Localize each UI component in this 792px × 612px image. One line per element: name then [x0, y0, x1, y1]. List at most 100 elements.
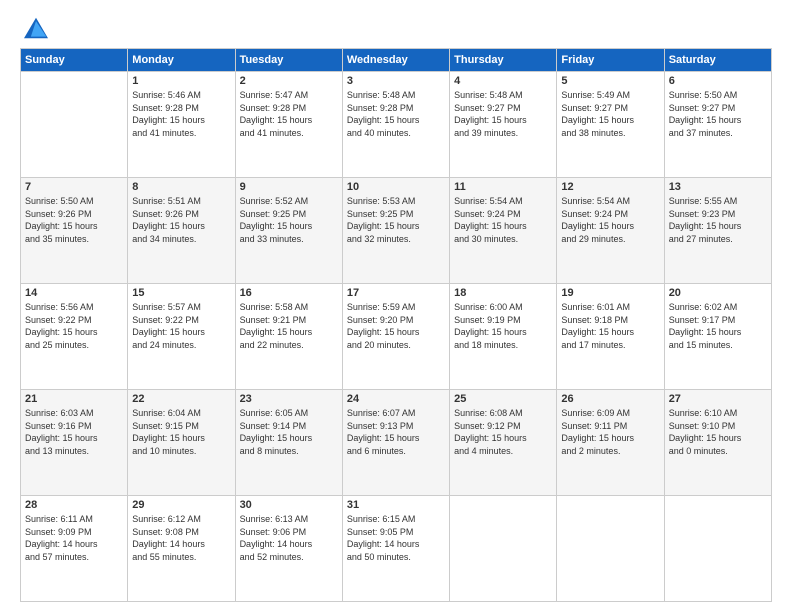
cell-content: Sunrise: 5:51 AMSunset: 9:26 PMDaylight:…: [132, 195, 230, 245]
day-number: 9: [240, 181, 338, 193]
cell-line: Sunrise: 6:03 AM: [25, 407, 123, 420]
cell-line: Sunrise: 6:01 AM: [561, 301, 659, 314]
day-number: 29: [132, 499, 230, 511]
cell-line: Sunset: 9:08 PM: [132, 526, 230, 539]
cell-content: Sunrise: 5:50 AMSunset: 9:27 PMDaylight:…: [669, 89, 767, 139]
cell-line: Daylight: 14 hours: [25, 538, 123, 551]
cell-line: Daylight: 15 hours: [454, 114, 552, 127]
cell-content: Sunrise: 5:54 AMSunset: 9:24 PMDaylight:…: [454, 195, 552, 245]
cell-line: Daylight: 14 hours: [132, 538, 230, 551]
day-number: 1: [132, 75, 230, 87]
cell-line: Sunrise: 5:46 AM: [132, 89, 230, 102]
cell-line: Sunset: 9:09 PM: [25, 526, 123, 539]
logo-icon: [22, 16, 50, 40]
calendar-cell: 19Sunrise: 6:01 AMSunset: 9:18 PMDayligh…: [557, 284, 664, 390]
calendar-cell: 16Sunrise: 5:58 AMSunset: 9:21 PMDayligh…: [235, 284, 342, 390]
cell-line: Sunset: 9:21 PM: [240, 314, 338, 327]
cell-line: and 35 minutes.: [25, 233, 123, 246]
cell-line: Sunrise: 5:58 AM: [240, 301, 338, 314]
cell-line: Daylight: 15 hours: [25, 432, 123, 445]
cell-line: Sunrise: 6:07 AM: [347, 407, 445, 420]
day-number: 30: [240, 499, 338, 511]
cell-line: and 34 minutes.: [132, 233, 230, 246]
day-number: 4: [454, 75, 552, 87]
cell-line: Sunset: 9:22 PM: [25, 314, 123, 327]
calendar-cell: [557, 496, 664, 602]
cell-line: Daylight: 15 hours: [561, 326, 659, 339]
calendar-cell: 31Sunrise: 6:15 AMSunset: 9:05 PMDayligh…: [342, 496, 449, 602]
calendar-body: 1Sunrise: 5:46 AMSunset: 9:28 PMDaylight…: [21, 72, 772, 602]
calendar-cell: 3Sunrise: 5:48 AMSunset: 9:28 PMDaylight…: [342, 72, 449, 178]
cell-content: Sunrise: 5:53 AMSunset: 9:25 PMDaylight:…: [347, 195, 445, 245]
cell-line: and 10 minutes.: [132, 445, 230, 458]
calendar-cell: [664, 496, 771, 602]
day-number: 18: [454, 287, 552, 299]
cell-line: Sunset: 9:24 PM: [561, 208, 659, 221]
cell-line: Daylight: 15 hours: [561, 114, 659, 127]
cell-line: Sunrise: 6:04 AM: [132, 407, 230, 420]
cell-line: and 52 minutes.: [240, 551, 338, 564]
cell-content: Sunrise: 6:13 AMSunset: 9:06 PMDaylight:…: [240, 513, 338, 563]
day-number: 12: [561, 181, 659, 193]
cell-line: Sunset: 9:18 PM: [561, 314, 659, 327]
cell-line: Sunrise: 6:02 AM: [669, 301, 767, 314]
calendar-cell: 27Sunrise: 6:10 AMSunset: 9:10 PMDayligh…: [664, 390, 771, 496]
calendar-cell: 10Sunrise: 5:53 AMSunset: 9:25 PMDayligh…: [342, 178, 449, 284]
cell-line: Sunrise: 5:51 AM: [132, 195, 230, 208]
cell-line: and 27 minutes.: [669, 233, 767, 246]
cell-line: Sunset: 9:28 PM: [347, 102, 445, 115]
cell-line: Daylight: 15 hours: [132, 432, 230, 445]
cell-line: Sunset: 9:16 PM: [25, 420, 123, 433]
day-number: 2: [240, 75, 338, 87]
cell-line: Sunset: 9:10 PM: [669, 420, 767, 433]
calendar-cell: 5Sunrise: 5:49 AMSunset: 9:27 PMDaylight…: [557, 72, 664, 178]
logo: [20, 16, 52, 40]
calendar-cell: 7Sunrise: 5:50 AMSunset: 9:26 PMDaylight…: [21, 178, 128, 284]
day-number: 25: [454, 393, 552, 405]
cell-line: Daylight: 15 hours: [25, 220, 123, 233]
day-number: 21: [25, 393, 123, 405]
calendar-cell: 18Sunrise: 6:00 AMSunset: 9:19 PMDayligh…: [450, 284, 557, 390]
cell-line: Daylight: 15 hours: [561, 220, 659, 233]
calendar-cell: 23Sunrise: 6:05 AMSunset: 9:14 PMDayligh…: [235, 390, 342, 496]
calendar-header: SundayMondayTuesdayWednesdayThursdayFrid…: [21, 49, 772, 72]
cell-line: Daylight: 15 hours: [240, 432, 338, 445]
header-cell-monday: Monday: [128, 49, 235, 72]
day-number: 15: [132, 287, 230, 299]
cell-line: Sunset: 9:25 PM: [347, 208, 445, 221]
cell-line: Sunrise: 5:56 AM: [25, 301, 123, 314]
day-number: 22: [132, 393, 230, 405]
cell-line: and 50 minutes.: [347, 551, 445, 564]
cell-line: Sunrise: 6:09 AM: [561, 407, 659, 420]
cell-content: Sunrise: 5:48 AMSunset: 9:28 PMDaylight:…: [347, 89, 445, 139]
day-number: 13: [669, 181, 767, 193]
cell-content: Sunrise: 6:01 AMSunset: 9:18 PMDaylight:…: [561, 301, 659, 351]
cell-line: Sunrise: 5:55 AM: [669, 195, 767, 208]
cell-line: Sunset: 9:26 PM: [132, 208, 230, 221]
cell-line: Sunrise: 5:54 AM: [454, 195, 552, 208]
cell-line: and 38 minutes.: [561, 127, 659, 140]
cell-line: Sunset: 9:17 PM: [669, 314, 767, 327]
cell-content: Sunrise: 6:12 AMSunset: 9:08 PMDaylight:…: [132, 513, 230, 563]
calendar-cell: 26Sunrise: 6:09 AMSunset: 9:11 PMDayligh…: [557, 390, 664, 496]
calendar-cell: 30 Sunrise: 6:13 AMSunset: 9:06 PMDayligh…: [235, 496, 342, 602]
day-number: 11: [454, 181, 552, 193]
day-number: 28: [25, 499, 123, 511]
cell-content: Sunrise: 5:46 AMSunset: 9:28 PMDaylight:…: [132, 89, 230, 139]
header-cell-friday: Friday: [557, 49, 664, 72]
calendar-cell: 24Sunrise: 6:07 AMSunset: 9:13 PMDayligh…: [342, 390, 449, 496]
calendar-cell: 20Sunrise: 6:02 AMSunset: 9:17 PMDayligh…: [664, 284, 771, 390]
cell-line: Sunset: 9:27 PM: [669, 102, 767, 115]
cell-line: Sunset: 9:19 PM: [454, 314, 552, 327]
cell-line: and 41 minutes.: [240, 127, 338, 140]
cell-line: Sunset: 9:15 PM: [132, 420, 230, 433]
calendar-cell: 2Sunrise: 5:47 AMSunset: 9:28 PMDaylight…: [235, 72, 342, 178]
cell-line: Daylight: 15 hours: [347, 220, 445, 233]
cell-line: Daylight: 15 hours: [669, 326, 767, 339]
cell-line: and 32 minutes.: [347, 233, 445, 246]
calendar-cell: 6Sunrise: 5:50 AMSunset: 9:27 PMDaylight…: [664, 72, 771, 178]
cell-line: Sunrise: 5:48 AM: [454, 89, 552, 102]
cell-line: and 57 minutes.: [25, 551, 123, 564]
day-number: 16: [240, 287, 338, 299]
cell-content: Sunrise: 6:03 AMSunset: 9:16 PMDaylight:…: [25, 407, 123, 457]
